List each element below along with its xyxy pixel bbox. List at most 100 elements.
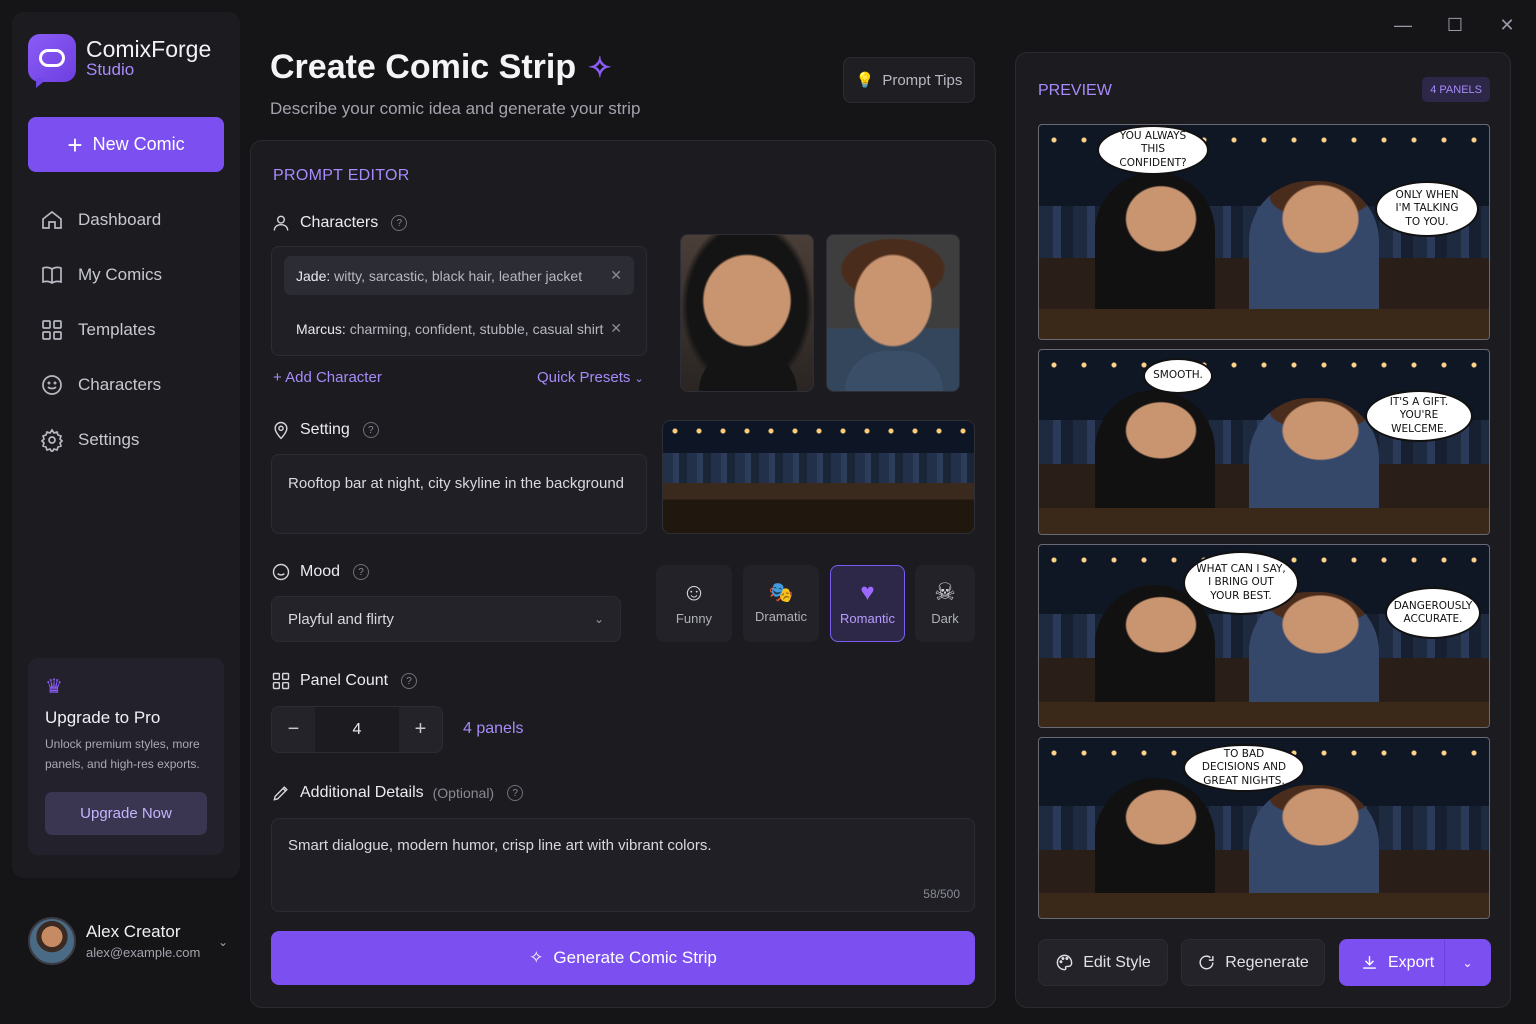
additional-details-label: Additional Details (Optional) ? [271, 783, 524, 803]
mood-dark[interactable]: ☠ Dark [915, 565, 975, 642]
sidebar-item-dashboard[interactable]: Dashboard [40, 192, 230, 247]
download-icon [1363, 956, 1376, 969]
character-chip-marcus[interactable]: Marcus: charming, confident, stubble, ca… [284, 309, 634, 348]
setting-label: Setting ? [271, 420, 379, 440]
speech-bubble: YOU ALWAYS THIS CONFIDENT? [1097, 125, 1209, 175]
app-subname: Studio [86, 60, 135, 80]
chevron-down-icon: ⌄ [593, 612, 604, 626]
new-comic-label: New Comic [92, 134, 185, 154]
mood-romantic[interactable]: ♥ Romantic [830, 565, 905, 642]
book-icon [42, 265, 62, 284]
theater-masks-icon: 🎭 [768, 582, 794, 604]
sidebar-item-my-comics[interactable]: My Comics [40, 247, 230, 302]
panel-count-label: Panel Count ? [271, 671, 418, 691]
generate-label: Generate Comic Strip [553, 948, 717, 967]
sidebar-item-label: Dashboard [78, 209, 162, 229]
sidebar: ComixForge Studio + New Comic Dashboard M… [12, 12, 240, 878]
location-pin-icon [274, 421, 288, 440]
export-label: Export [1388, 953, 1435, 971]
generate-comic-button[interactable]: ✧ Generate Comic Strip [271, 931, 975, 985]
additional-details-input[interactable]: Smart dialogue, modern humor, crisp line… [271, 818, 975, 912]
heart-icon: ♥ [860, 579, 875, 606]
speech-bubble: IT'S A GIFT. YOU'RE WELCEME. [1365, 390, 1473, 442]
sidebar-item-templates[interactable]: Templates [40, 302, 230, 357]
character-list: Jade: witty, sarcastic, black hair, leat… [271, 246, 647, 356]
prompt-editor: PROMPT EDITOR Characters ? Jade: witty, … [250, 140, 996, 1008]
app-window: — ☐ ✕ ComixForge Studio + New Comic Dashb… [0, 0, 1536, 1024]
regenerate-button[interactable]: Regenerate [1181, 939, 1325, 986]
user-menu[interactable]: Alex Creator alex@example.com ⌄ [28, 917, 228, 965]
preview-title: PREVIEW [1038, 82, 1112, 99]
setting-label-text: Setting [300, 421, 350, 438]
sidebar-item-label: Settings [78, 429, 140, 449]
increment-button[interactable]: + [399, 707, 442, 752]
mood-dramatic[interactable]: 🎭 Dramatic [743, 565, 819, 642]
setting-input[interactable]: Rooftop bar at night, city skyline in th… [271, 454, 647, 534]
page-title: Create Comic Strip ✧ [270, 48, 612, 87]
sidebar-item-label: My Comics [78, 264, 163, 284]
page-title-text: Create Comic Strip [270, 48, 577, 86]
mood-option-label: Dramatic [754, 609, 807, 624]
comic-panel-1[interactable]: YOU ALWAYS THIS CONFIDENT? ONLY WHEN I'M… [1038, 124, 1490, 340]
help-icon[interactable]: ? [362, 422, 379, 438]
panel-count-value[interactable]: 4 [315, 707, 399, 752]
panel-count-stepper: − 4 + [271, 706, 443, 753]
crown-icon: ♛ [45, 676, 63, 698]
new-comic-button[interactable]: + New Comic [28, 117, 224, 172]
help-icon[interactable]: ? [401, 673, 418, 689]
lightbulb-icon: 💡 [855, 72, 875, 89]
mood-select[interactable]: Playful and flirty ⌄ [271, 596, 621, 642]
minimize-icon[interactable]: — [1392, 14, 1414, 36]
additional-details-text: Smart dialogue, modern humor, crisp line… [288, 837, 712, 854]
sparkle-icon: ✧ [529, 948, 544, 967]
logo[interactable]: ComixForge Studio [28, 34, 211, 82]
chevron-down-icon[interactable]: ⌄ [218, 935, 228, 949]
prompt-tips-label: Prompt Tips [882, 71, 963, 89]
prompt-tips-button[interactable]: 💡 Prompt Tips [843, 57, 975, 103]
user-email: alex@example.com [86, 945, 201, 960]
sidebar-item-label: Templates [78, 319, 156, 339]
pencil-icon [273, 786, 288, 801]
mood-label-text: Mood [300, 563, 341, 580]
quick-presets-dropdown[interactable]: Quick Presets ⌄ [537, 369, 644, 386]
speech-bubble: SMOOTH. [1143, 358, 1213, 394]
sidebar-item-characters[interactable]: Characters [40, 357, 230, 412]
comic-panel-3[interactable]: WHAT CAN I SAY, I BRING OUT YOUR BEST. D… [1038, 544, 1490, 728]
mood-option-label: Funny [675, 611, 713, 626]
export-button[interactable]: Export ⌄ [1339, 939, 1491, 986]
preview-pane: PREVIEW 4 PANELS YOU ALWAYS THIS CONFIDE… [1015, 52, 1511, 1008]
speech-bubble: TO BAD DECISIONS AND GREAT NIGHTS. [1183, 744, 1305, 792]
close-icon[interactable]: ✕ [1496, 14, 1518, 36]
comic-panel-4[interactable]: TO BAD DECISIONS AND GREAT NIGHTS. [1038, 737, 1490, 919]
help-icon[interactable]: ? [353, 564, 370, 580]
remove-icon[interactable]: ✕ [610, 320, 622, 337]
mood-select-value: Playful and flirty [288, 610, 394, 628]
maximize-icon[interactable]: ☐ [1444, 14, 1466, 36]
mood-funny[interactable]: ☺ Funny [656, 565, 732, 642]
mood-option-label: Dark [931, 611, 959, 626]
character-portrait-jade [680, 234, 814, 392]
remove-icon[interactable]: ✕ [610, 267, 622, 284]
editor-title: PROMPT EDITOR [273, 167, 410, 184]
chevron-down-icon[interactable]: ⌄ [1444, 940, 1490, 985]
decrement-button[interactable]: − [272, 707, 315, 752]
refresh-icon [1199, 955, 1214, 970]
sidebar-item-settings[interactable]: Settings [40, 412, 230, 467]
edit-style-button[interactable]: Edit Style [1038, 939, 1168, 986]
speech-bubble: DANGEROUSLY ACCURATE. [1385, 587, 1481, 639]
upgrade-now-button[interactable]: Upgrade Now [45, 792, 207, 835]
smiley-icon [272, 563, 290, 581]
help-icon[interactable]: ? [391, 215, 408, 231]
comic-panel-2[interactable]: SMOOTH. IT'S A GIFT. YOU'RE WELCEME. [1038, 349, 1490, 535]
help-icon[interactable]: ? [507, 785, 524, 801]
sparkle-icon: ✧ [588, 52, 612, 83]
smile-icon: ☺ [681, 579, 707, 606]
character-chip-jade[interactable]: Jade: witty, sarcastic, black hair, leat… [284, 256, 634, 295]
optional-tag: (Optional) [432, 785, 495, 801]
panel-count-badge: 4 PANELS [1422, 77, 1490, 102]
add-character-link[interactable]: + Add Character [273, 369, 382, 386]
smiley-icon [42, 374, 62, 395]
window-controls: — ☐ ✕ [1392, 14, 1518, 36]
panel-count-label-text: Panel Count [300, 672, 389, 689]
regenerate-label: Regenerate [1225, 953, 1309, 971]
